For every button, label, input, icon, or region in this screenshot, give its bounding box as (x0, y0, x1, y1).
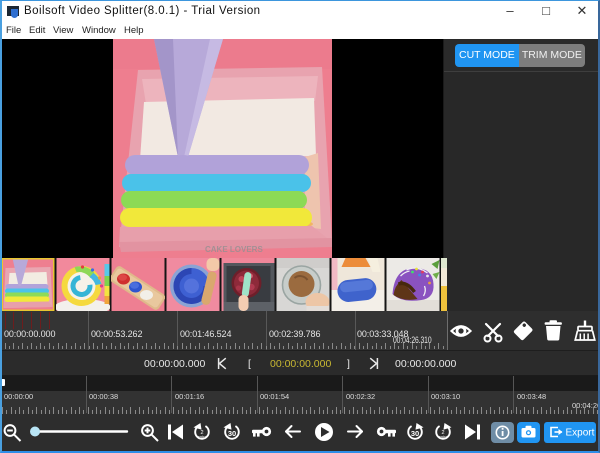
svg-text:30: 30 (411, 429, 419, 438)
svg-text:min: min (198, 435, 206, 441)
svg-text:30: 30 (228, 429, 236, 438)
svg-text:min: min (439, 435, 447, 441)
svg-text:Export: Export (566, 428, 595, 439)
svg-text:CAKE LOVERS: CAKE LOVERS (205, 245, 263, 254)
